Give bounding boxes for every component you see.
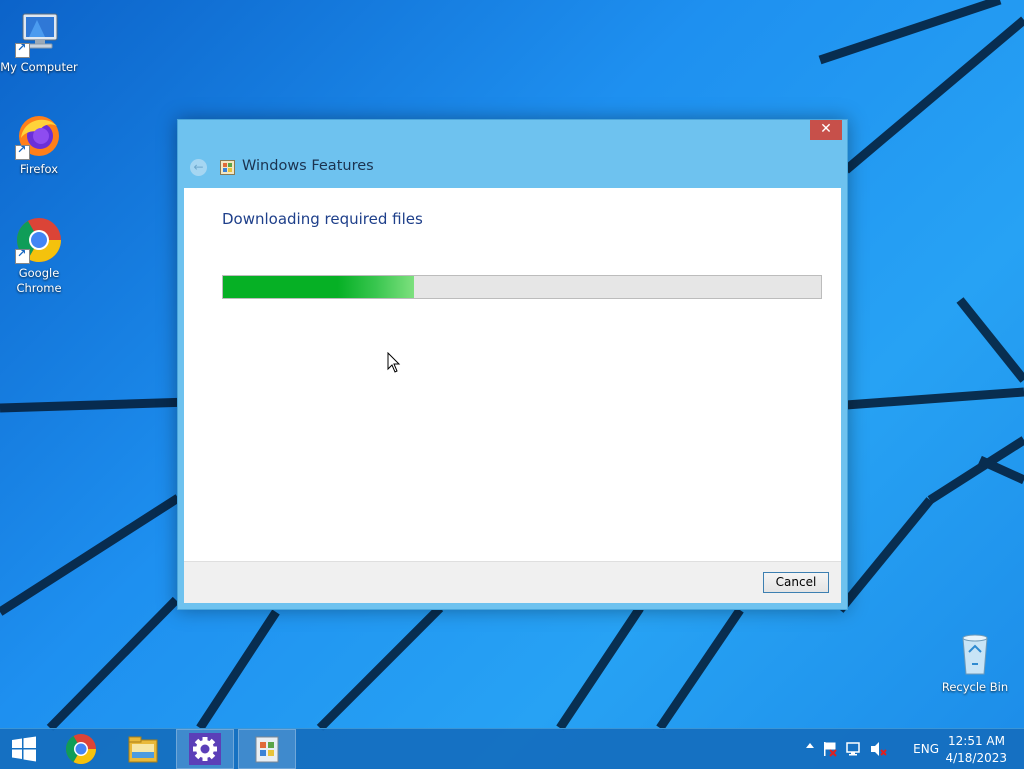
download-progress-bar <box>222 275 822 299</box>
network-icon[interactable] <box>846 741 862 757</box>
desktop-icon-label: Recycle Bin <box>941 680 1009 694</box>
settings-gear-icon <box>189 733 221 765</box>
taskbar-settings-button[interactable] <box>176 729 234 769</box>
windows-features-icon <box>220 160 235 175</box>
shortcut-arrow-icon <box>15 41 30 58</box>
system-tray: ENG 12:51 AM 4/18/2023 <box>804 729 1024 769</box>
chrome-icon <box>65 734 96 765</box>
firefox-icon <box>15 112 63 160</box>
desktop-icon-google-chrome[interactable]: Google Chrome <box>0 216 78 296</box>
desktop-icon-my-computer[interactable]: My Computer <box>0 10 78 75</box>
action-center-flag-icon[interactable] <box>822 741 838 757</box>
taskbar: ENG 12:51 AM 4/18/2023 <box>0 728 1024 769</box>
start-windows-icon <box>12 736 36 762</box>
dialog-footer: Cancel <box>184 561 841 603</box>
taskbar-chrome-button[interactable] <box>52 729 110 769</box>
cancel-button[interactable]: Cancel <box>763 572 829 593</box>
status-heading: Downloading required files <box>222 210 423 228</box>
mouse-cursor-icon <box>387 352 401 373</box>
recycle-bin-icon <box>951 630 999 678</box>
close-button[interactable]: ✕ <box>810 120 842 140</box>
desktop-icon-firefox[interactable]: Firefox <box>0 112 78 177</box>
windows-features-icon <box>255 736 279 763</box>
clock-date[interactable]: 4/18/2023 <box>945 751 1007 765</box>
input-language-indicator[interactable]: ENG <box>913 742 939 756</box>
show-hidden-icons-chevron-icon[interactable] <box>806 743 814 748</box>
computer-icon <box>15 10 63 58</box>
desktop-icon-label: My Computer <box>0 60 78 74</box>
shortcut-arrow-icon <box>15 247 30 264</box>
dialog-title: Windows Features <box>242 158 374 174</box>
shortcut-arrow-icon <box>15 143 30 160</box>
windows-features-dialog: ✕ ← Windows Features Downloading require… <box>177 119 848 610</box>
taskbar-file-explorer-button[interactable] <box>114 729 172 769</box>
title-bar: ← Windows Features <box>184 148 841 186</box>
file-explorer-icon <box>128 736 158 763</box>
desktop-icon-label: Firefox <box>19 162 59 176</box>
taskbar-windows-features-button[interactable] <box>238 729 296 769</box>
dialog-content: Downloading required files <box>184 188 841 561</box>
desktop-icon-recycle-bin[interactable]: Recycle Bin <box>936 630 1014 695</box>
start-button[interactable] <box>0 729 48 769</box>
clock-time[interactable]: 12:51 AM <box>948 734 1005 748</box>
back-arrow-icon[interactable]: ← <box>190 159 207 176</box>
desktop-icon-label: Google Chrome <box>16 266 62 295</box>
progress-fill <box>223 276 414 298</box>
volume-muted-icon[interactable] <box>870 741 888 757</box>
chrome-icon <box>15 216 63 264</box>
